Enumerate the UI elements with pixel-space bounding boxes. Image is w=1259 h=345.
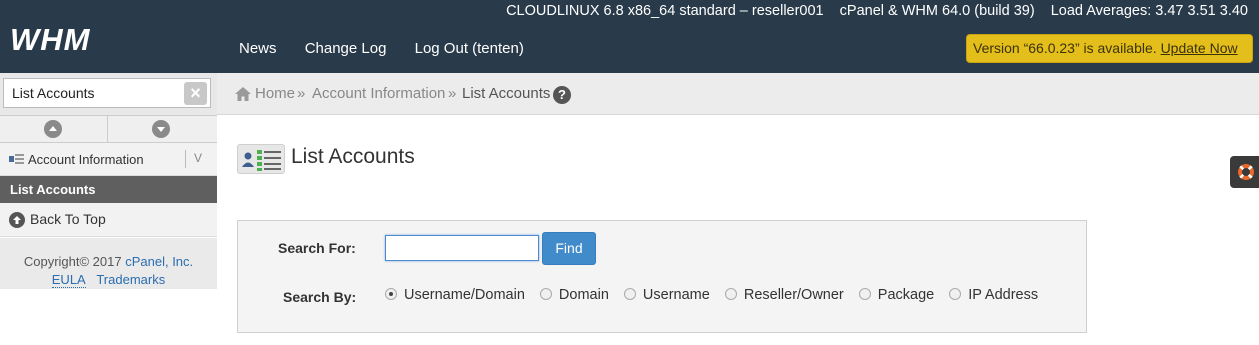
scroll-up-button[interactable] [0, 116, 108, 142]
arrow-up-icon [44, 120, 62, 138]
breadcrumb-current: List Accounts [462, 85, 551, 102]
account-list-icon [9, 154, 24, 164]
copyright-text: Copyright© 2017 [23, 254, 122, 269]
radio-label: IP Address [968, 287, 1039, 303]
svg-text:WHM: WHM [10, 22, 91, 56]
sidebar-footer: Copyright© 2017 cPanel, Inc. EULA Tradem… [0, 238, 217, 289]
page-title: List Accounts [291, 145, 415, 168]
update-now-link[interactable]: Update Now [1161, 40, 1238, 56]
news-link[interactable]: News [239, 40, 277, 57]
radio-label: Username/Domain [404, 287, 525, 303]
arrow-up-icon [9, 212, 25, 228]
search-panel: Search For: Find Search By: Username/Dom… [237, 220, 1087, 333]
radio-button[interactable] [724, 288, 737, 300]
radio-reseller-owner[interactable]: Reseller/Owner [724, 287, 844, 303]
support-tab[interactable] [1230, 156, 1259, 188]
radio-label: Reseller/Owner [743, 287, 844, 303]
scroll-down-button[interactable] [108, 116, 216, 142]
change-log-link[interactable]: Change Log [305, 40, 387, 57]
breadcrumb-account-information[interactable]: Account Information [312, 85, 445, 102]
radio-username-domain[interactable]: Username/Domain [385, 287, 525, 303]
back-to-top-button[interactable]: Back To Top [0, 203, 217, 237]
radio-button[interactable] [539, 288, 552, 300]
sidebar-scroll-controls [0, 115, 217, 143]
eula-link[interactable]: EULA [51, 272, 86, 288]
logout-link[interactable]: Log Out (tenten) [415, 40, 524, 57]
radio-domain[interactable]: Domain [539, 287, 609, 303]
sidebar-category-account-information[interactable]: Account Information V [0, 143, 217, 176]
list-accounts-icon [237, 144, 285, 174]
sidebar: × Account Information V List Accounts Ba… [0, 73, 217, 345]
update-banner: Version “66.0.23” is available. Update N… [966, 34, 1253, 63]
search-by-options: Username/Domain Domain Username Reseller… [385, 287, 1049, 303]
load-averages: Load Averages: 3.47 3.51 3.40 [1050, 3, 1248, 19]
divider [185, 150, 186, 168]
help-icon[interactable]: ? [553, 86, 571, 104]
cpanel-link[interactable]: cPanel, Inc. [125, 254, 193, 269]
server-info: CLOUDLINUX 6.8 x86_64 standard – reselle… [506, 3, 824, 19]
arrow-down-icon [152, 120, 170, 138]
trademarks-link[interactable]: Trademarks [96, 272, 165, 287]
breadcrumb-separator: » [448, 85, 457, 102]
sidebar-item-list-accounts[interactable]: List Accounts [0, 176, 217, 203]
legal-links: EULA Trademarks [0, 271, 217, 289]
version-info: cPanel & WHM 64.0 (build 39) [839, 3, 1035, 19]
system-info: CLOUDLINUX 6.8 x86_64 standard – reselle… [494, 3, 1248, 19]
radio-button[interactable] [858, 288, 871, 300]
search-for-label: Search For: [278, 240, 356, 256]
chevron-down-icon[interactable]: V [194, 151, 202, 165]
breadcrumb: Home » Account Information » List Accoun… [217, 73, 1259, 115]
update-text: Version “66.0.23” is available. [973, 40, 1157, 56]
radio-username[interactable]: Username [623, 287, 710, 303]
radio-label: Domain [558, 287, 609, 303]
search-by-label: Search By: [283, 289, 357, 305]
radio-button[interactable] [623, 288, 636, 300]
lifebuoy-icon [1238, 164, 1254, 180]
radio-button[interactable] [949, 288, 962, 300]
find-button[interactable]: Find [542, 232, 596, 265]
sidebar-search-area: × [0, 73, 217, 115]
breadcrumb-home[interactable]: Home [255, 85, 295, 102]
radio-button[interactable] [385, 288, 397, 300]
search-input[interactable] [385, 235, 539, 261]
breadcrumb-separator: » [297, 85, 306, 102]
copyright-line: Copyright© 2017 cPanel, Inc. [0, 253, 217, 271]
radio-ip-address[interactable]: IP Address [949, 287, 1038, 303]
radio-package[interactable]: Package [858, 287, 935, 303]
radio-label: Username [642, 287, 710, 303]
radio-label: Package [877, 287, 935, 303]
back-to-top-label: Back To Top [30, 211, 106, 227]
category-label: Account Information [28, 152, 144, 167]
sidebar-search-input[interactable] [3, 78, 211, 108]
home-icon[interactable] [234, 86, 252, 102]
whm-logo[interactable]: WHM [10, 22, 114, 56]
clear-search-icon[interactable]: × [184, 82, 207, 105]
top-header: WHM CLOUDLINUX 6.8 x86_64 standard – res… [0, 0, 1259, 73]
top-nav: News Change Log Log Out (tenten) [239, 40, 548, 57]
